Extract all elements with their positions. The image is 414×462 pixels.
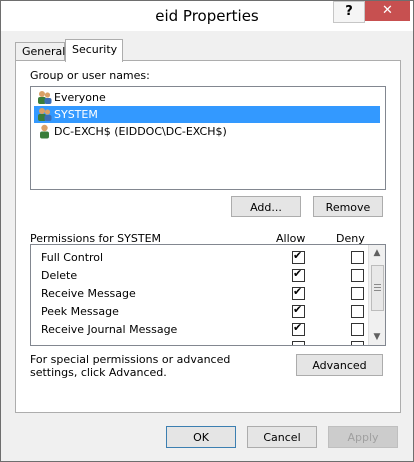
- permission-name: Peek Message: [41, 305, 119, 318]
- scroll-down-icon[interactable]: ▼: [369, 329, 385, 345]
- tab-security[interactable]: Security: [65, 39, 123, 62]
- list-item-system[interactable]: SYSTEM: [34, 106, 380, 123]
- permission-row: Delete: [31, 267, 367, 285]
- add-button[interactable]: Add...: [231, 196, 301, 217]
- properties-dialog: eid Properties ? ✕ General Security Grou…: [0, 0, 414, 462]
- list-item-everyone[interactable]: Everyone: [34, 89, 380, 106]
- permission-name: Full Control: [41, 251, 104, 264]
- ok-button[interactable]: OK: [166, 426, 236, 448]
- list-item-dc-exch[interactable]: DC-EXCH$ (EIDDOC\DC-EXCH$): [34, 123, 380, 140]
- group-users-icon: [38, 108, 52, 121]
- permission-name: Receive Journal Message: [41, 323, 178, 336]
- permissions-scrollbar[interactable]: ▲ ▼: [368, 245, 385, 345]
- allow-checkbox[interactable]: [292, 249, 305, 264]
- permission-row: Full Control: [31, 249, 367, 267]
- list-item-label: SYSTEM: [54, 108, 98, 121]
- permission-name: Delete: [41, 269, 78, 282]
- remove-button[interactable]: Remove: [313, 196, 383, 217]
- advanced-hint-text: For special permissions or advanced sett…: [30, 353, 231, 379]
- help-button[interactable]: ?: [333, 1, 365, 23]
- security-panel: Group or user names: Everyone SYSTEM DC-…: [15, 60, 401, 413]
- scroll-up-icon[interactable]: ▲: [369, 245, 385, 261]
- permissions-list[interactable]: Full Control Delete Receive Message Peek…: [30, 244, 386, 346]
- list-item-label: Everyone: [54, 91, 106, 104]
- deny-checkbox[interactable]: [351, 323, 364, 336]
- deny-checkbox[interactable]: [351, 287, 364, 300]
- advanced-button[interactable]: Advanced: [296, 354, 383, 376]
- group-or-user-names-label: Group or user names:: [30, 69, 150, 82]
- list-item-label: DC-EXCH$ (EIDDOC\DC-EXCH$): [54, 125, 227, 138]
- permission-name: Receive Message: [41, 287, 136, 300]
- permission-row: Receive Message: [31, 285, 367, 303]
- deny-checkbox[interactable]: [351, 305, 364, 318]
- deny-checkbox[interactable]: [351, 341, 364, 345]
- title-bar[interactable]: eid Properties ? ✕: [1, 1, 413, 31]
- deny-checkbox[interactable]: [351, 269, 364, 282]
- permission-row: Receive Journal Message: [31, 321, 367, 339]
- permission-row: [31, 339, 367, 345]
- scrollbar-thumb[interactable]: [371, 265, 384, 311]
- allow-checkbox[interactable]: [292, 267, 305, 282]
- apply-button[interactable]: Apply: [328, 426, 398, 448]
- permission-row: Peek Message: [31, 303, 367, 321]
- group-users-icon: [38, 91, 52, 104]
- allow-checkbox[interactable]: [292, 285, 305, 300]
- allow-checkbox[interactable]: [292, 321, 305, 336]
- user-icon: [40, 124, 49, 139]
- user-list[interactable]: Everyone SYSTEM DC-EXCH$ (EIDDOC\DC-EXCH…: [30, 86, 386, 190]
- cancel-button[interactable]: Cancel: [247, 426, 317, 448]
- close-button[interactable]: ✕: [365, 1, 410, 21]
- allow-checkbox[interactable]: [292, 303, 305, 318]
- deny-checkbox[interactable]: [351, 251, 364, 264]
- tab-general[interactable]: General: [15, 42, 65, 61]
- allow-checkbox[interactable]: [292, 341, 305, 345]
